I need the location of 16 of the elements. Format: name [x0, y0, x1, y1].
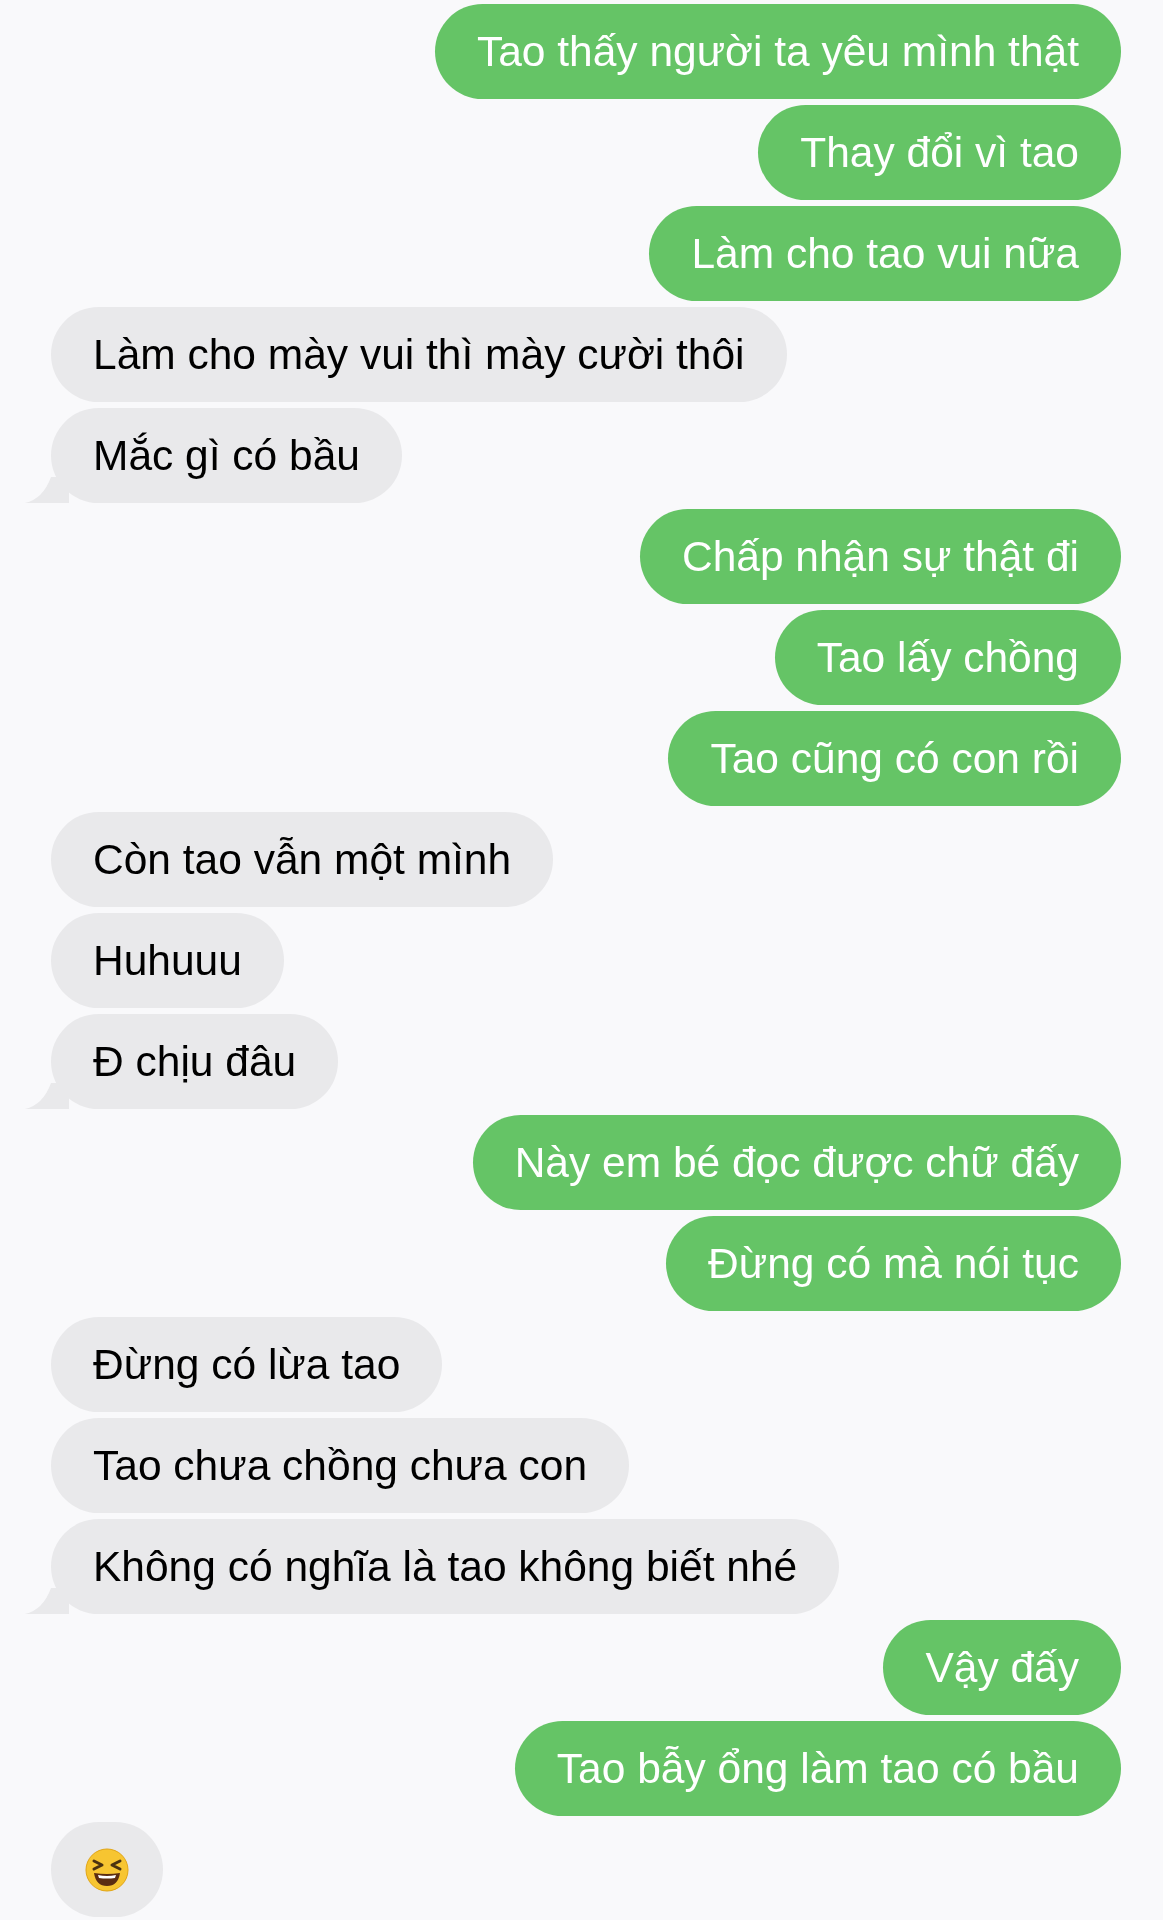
message-bubble: Làm cho mày vui thì mày cười thôi — [51, 307, 787, 402]
message-bubble: Đừng có mà nói tục — [666, 1216, 1121, 1311]
message-bubble: Tao bẫy ổng làm tao có bầu — [514, 1721, 1121, 1816]
message-bubble: Vậy đấy — [883, 1620, 1121, 1715]
message-bubble: Chấp nhận sự thật đi — [639, 509, 1121, 604]
message-bubble: Làm cho tao vui nữa — [649, 206, 1121, 301]
laughing-face-icon — [85, 1847, 129, 1892]
message-bubble: Đừng có lừa tao — [51, 1317, 443, 1412]
message-bubble: Tao lấy chồng — [774, 610, 1121, 705]
message-bubble: Tao chưa chồng chưa con — [51, 1418, 630, 1513]
message-bubble: Tao cũng có con rồi — [668, 711, 1121, 806]
message-bubble: Tao thấy người ta yêu mình thật — [434, 4, 1121, 99]
message-bubble: Này em bé đọc được chữ đấy — [472, 1115, 1121, 1210]
message-bubble: Còn tao vẫn một mình — [51, 812, 554, 907]
message-bubble: Thay đổi vì tao — [758, 105, 1121, 200]
message-bubble: Huhuuu — [51, 913, 284, 1008]
